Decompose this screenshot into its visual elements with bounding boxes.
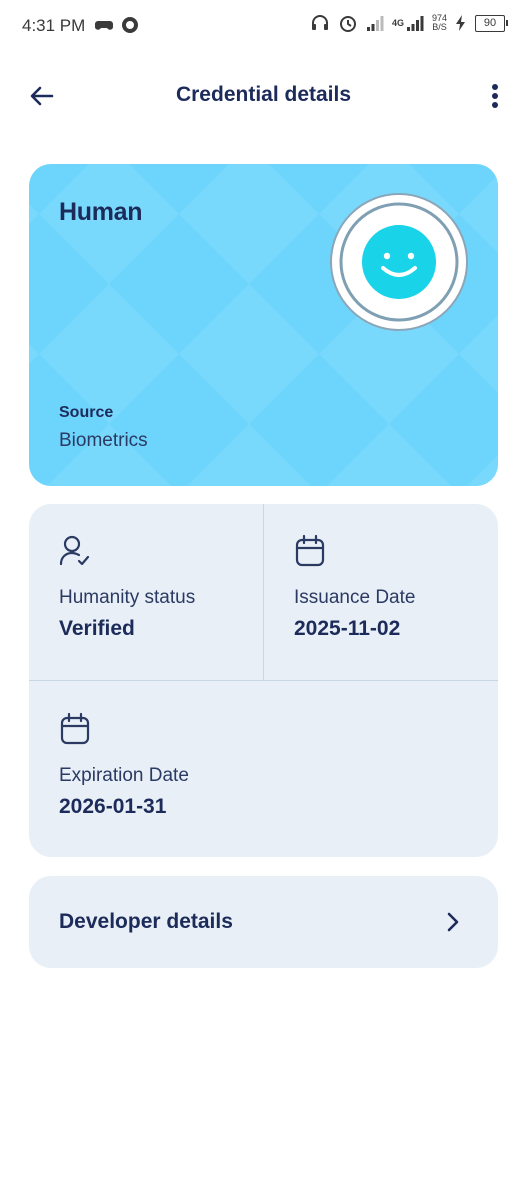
status-left-icons — [94, 15, 140, 35]
divider-vertical — [263, 504, 264, 680]
more-vertical-icon[interactable] — [487, 80, 503, 112]
signal-4g-icon — [406, 16, 424, 31]
net-speed: 974 B/S — [432, 14, 447, 32]
net-speed-unit: B/S — [432, 22, 447, 32]
headset-icon — [311, 15, 328, 30]
game-controller-icon — [95, 21, 113, 30]
expiration-date-cell: Expiration Date 2026-01-31 — [59, 712, 189, 819]
credential-info-card: Humanity status Verified Issuance Date 2… — [29, 504, 498, 857]
battery-indicator: 90 — [475, 14, 508, 32]
status-right-icons: 4G 974 B/S 90 — [310, 13, 508, 33]
charging-bolt-icon — [456, 15, 465, 31]
alarm-clock-icon — [339, 16, 356, 32]
app-bar: Credential details — [0, 70, 527, 122]
smiley-avatar-icon — [330, 193, 468, 331]
issuance-date-label: Issuance Date — [294, 587, 416, 608]
status-bar: 4:31 PM 4G 974 B/S 90 — [0, 0, 527, 52]
page-title: Credential details — [175, 83, 352, 106]
source-label: Source — [59, 404, 114, 421]
calendar-icon — [60, 712, 90, 745]
developer-details-label: Developer details — [59, 910, 233, 933]
humanity-status-cell: Humanity status Verified — [59, 534, 195, 641]
humanity-status-label: Humanity status — [59, 587, 196, 608]
signal-icon — [366, 16, 384, 31]
network-4g: 4G — [392, 14, 424, 32]
expiration-date-value: 2026-01-31 — [59, 795, 167, 818]
issuance-date-cell: Issuance Date 2025-11-02 — [294, 534, 415, 641]
divider-horizontal — [29, 680, 498, 681]
calendar-icon — [295, 534, 325, 567]
source-value: Biometrics — [59, 430, 148, 451]
humanity-status-value: Verified — [59, 617, 135, 640]
chevron-right-icon — [447, 912, 459, 932]
status-time: 4:31 PM — [22, 16, 86, 35]
issuance-date-value: 2025-11-02 — [294, 617, 401, 640]
network-label: 4G — [391, 18, 404, 28]
expiration-date-label: Expiration Date — [59, 765, 189, 786]
brand-title: Human — [59, 198, 143, 226]
credential-card: Human Source Biometrics — [29, 164, 498, 486]
user-check-icon — [59, 535, 90, 566]
chat-bubble-icon — [122, 17, 138, 33]
developer-details-button[interactable]: Developer details — [29, 876, 498, 968]
